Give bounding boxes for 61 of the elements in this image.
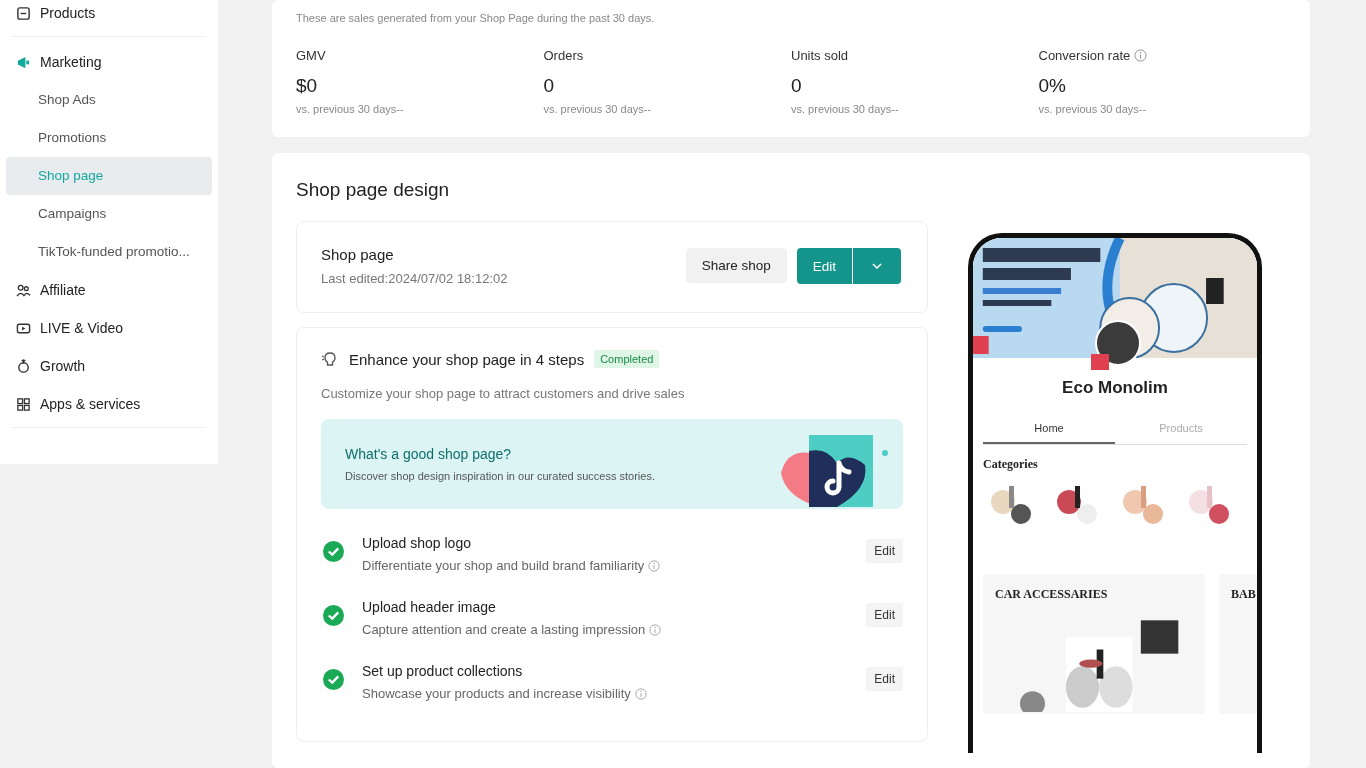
nav-subitem[interactable]: Campaigns xyxy=(6,195,212,233)
metric-comparison: vs. previous 30 days-- xyxy=(543,103,653,115)
nav-item[interactable]: Marketing xyxy=(6,43,212,81)
last-edited-text: Last edited:2024/07/02 18:12:02 xyxy=(321,271,508,286)
info-icon xyxy=(649,623,662,636)
people-icon xyxy=(16,282,31,298)
tip-banner[interactable]: What's a good shop page? Discover shop design inspiration in our curated success stories. xyxy=(321,419,903,509)
nav-subitem[interactable]: Promotions xyxy=(6,119,212,157)
steps-subtitle: Customize your shop page to attract customers and drive sales xyxy=(321,386,686,401)
banner-title: What's a good shop page? xyxy=(345,446,513,462)
chevron-down-icon xyxy=(872,263,882,269)
step-title: Upload shop logo xyxy=(362,535,472,551)
apps-icon xyxy=(16,396,31,412)
metric-label: Conversion rate xyxy=(1038,48,1131,63)
metric-label: Orders xyxy=(543,48,584,63)
share-shop-button[interactable]: Share shop xyxy=(685,248,787,283)
shop-name: Eco Monolim xyxy=(1061,378,1169,398)
metric-label: GMV xyxy=(296,48,326,63)
nav-subitem[interactable]: Shop Ads xyxy=(6,81,212,119)
info-icon xyxy=(634,687,647,700)
nav-subitem[interactable]: TikTok-funded promotio... xyxy=(6,233,212,271)
box-icon xyxy=(16,5,31,21)
collection-card[interactable]: BAB xyxy=(1219,574,1257,714)
step-title: Set up product collections xyxy=(362,663,524,679)
categories-title: Categories xyxy=(983,457,1039,472)
section-title: Shop page design xyxy=(296,179,451,201)
card-title: Shop page xyxy=(321,246,395,263)
lightbulb-icon xyxy=(321,350,339,368)
metric-comparison: vs. previous 30 days-- xyxy=(296,103,405,115)
metric-value: 0 xyxy=(791,75,803,97)
growth-icon xyxy=(16,358,31,374)
steps-title: Enhance your shop page in 4 steps xyxy=(349,350,585,368)
nav-item[interactable]: Affiliate xyxy=(6,271,212,309)
step-title: Upload header image xyxy=(362,599,497,615)
metric-comparison: vs. previous 30 days-- xyxy=(791,103,900,115)
performance-subtitle: These are sales generated from your Shop Page during the past 30 days. xyxy=(296,12,656,24)
status-badge: Completed xyxy=(594,350,660,368)
step-description: Capture attention and create a lasting impression xyxy=(362,622,646,637)
nav-item[interactable]: Growth xyxy=(6,347,212,385)
collection-title: CAR ACCESSARIES xyxy=(995,587,1108,601)
collection-title: BAB xyxy=(1231,587,1256,601)
step-description: Differentiate your shop and build brand familiarity xyxy=(362,558,645,573)
preview-tab[interactable]: Home xyxy=(983,422,1115,444)
info-icon xyxy=(648,559,661,572)
metric-comparison: vs. previous 30 days-- xyxy=(1038,103,1148,115)
collection-card[interactable]: CAR ACCESSARIES xyxy=(983,574,1205,714)
edit-button[interactable]: Edit xyxy=(796,248,852,284)
dropdown-button[interactable] xyxy=(853,248,901,284)
nav-item[interactable]: Products xyxy=(6,0,212,32)
metric-value: 0 xyxy=(543,75,556,97)
metric-value: $0 xyxy=(296,75,319,97)
metric-label: Units sold xyxy=(791,48,849,63)
edit-button[interactable]: Edit xyxy=(866,667,903,691)
nav-item[interactable]: LIVE & Video xyxy=(6,309,212,347)
banner-text: Discover shop design inspiration in our curated success stories. xyxy=(345,470,655,482)
metric-value: 0% xyxy=(1038,75,1067,97)
edit-button[interactable]: Edit xyxy=(866,539,903,563)
nav-item[interactable]: Apps & services xyxy=(6,385,212,423)
step-description: Showcase your products and increase visibility xyxy=(362,686,631,701)
megaphone-icon xyxy=(16,54,31,70)
edit-button[interactable]: Edit xyxy=(866,603,903,627)
